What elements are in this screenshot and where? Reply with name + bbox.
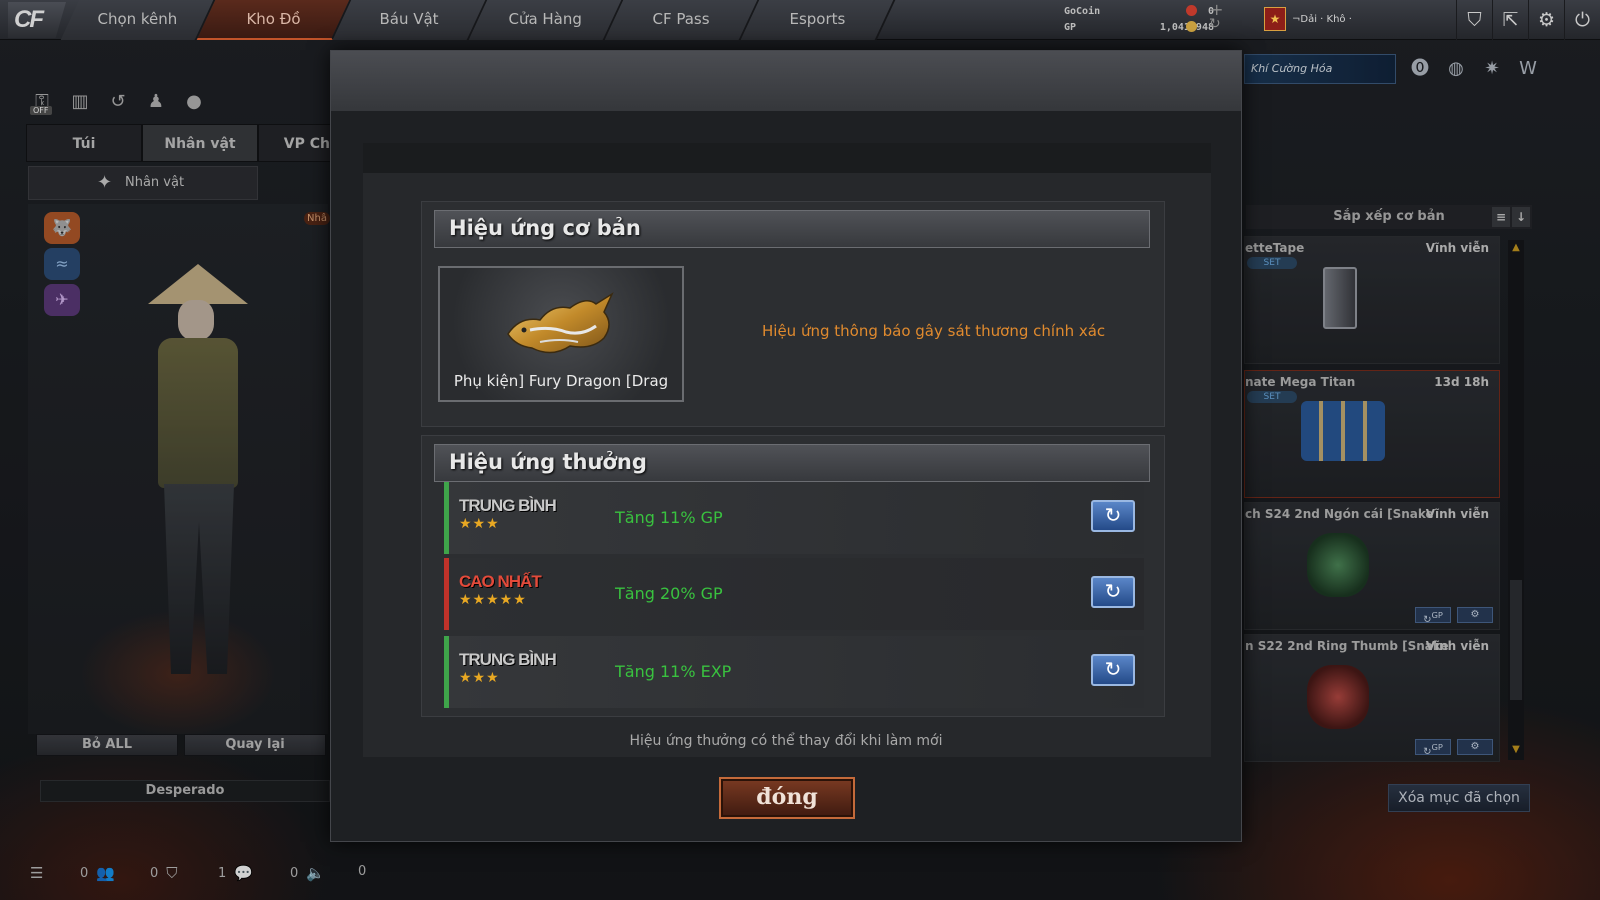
- gocoin-label: GoCoin: [1064, 6, 1101, 17]
- grade-label: CAO NHẤT: [459, 572, 542, 591]
- settings-gear-icon[interactable]: ⚙: [1528, 0, 1564, 40]
- item-label: Phụ kiện] Fury Dragon [Drag: [453, 372, 669, 390]
- main-nav: Chọn kênh Kho Đồ Báu Vật Cửa Hàng CF Pas…: [60, 0, 896, 40]
- gocoin-icon: [1186, 5, 1197, 16]
- basic-effect-title: Hiệu ứng cơ bản: [434, 210, 1150, 248]
- refresh-icon: ↻: [1104, 579, 1122, 603]
- gp-label: GP: [1064, 22, 1077, 33]
- nav-tab-channel[interactable]: Chọn kênh: [60, 0, 216, 40]
- nav-tab-treasure[interactable]: Báu Vật: [332, 0, 488, 40]
- modal-footnote: Hiệu ứng thưởng có thể thay đổi khi làm …: [629, 733, 943, 749]
- refresh-effect-button[interactable]: ↻: [1091, 576, 1135, 608]
- bonus-effect-row: CAO NHẤT ★★★★★ Tăng 20% GP ↻: [444, 558, 1144, 630]
- refresh-icon: ↻: [1104, 503, 1122, 527]
- user-name: ¬Dải · Khô ·: [1292, 13, 1352, 25]
- basic-effect-text: Hiệu ứng thông báo gây sát thương chính …: [762, 322, 1106, 340]
- rank-badge-icon: ★: [1264, 7, 1286, 31]
- user-info[interactable]: ★ ¬Dải · Khô ·: [1264, 7, 1352, 31]
- grade-stars: ★★★: [459, 670, 500, 686]
- grade-stars: ★★★★★: [459, 592, 527, 608]
- bonus-effect-text: Tăng 11% GP: [615, 508, 723, 527]
- grade-label: TRUNG BÌNH: [459, 650, 557, 669]
- bonus-effect-row: TRUNG BÌNH ★★★ Tăng 11% GP ↻: [444, 482, 1144, 554]
- top-nav-bar: CF Chọn kênh Kho Đồ Báu Vật Cửa Hàng CF …: [0, 0, 1600, 40]
- item-tile: Phụ kiện] Fury Dragon [Drag: [438, 266, 684, 402]
- nav-tab-cf-pass[interactable]: CF Pass: [604, 0, 760, 40]
- basic-effect-section: Hiệu ứng cơ bản Phụ kiện] Fury Dragon [D…: [421, 201, 1165, 427]
- clan-shield-icon[interactable]: ⛉: [1456, 0, 1492, 40]
- exit-room-icon[interactable]: ⇱: [1492, 0, 1528, 40]
- system-icons: ⛉ ⇱ ⚙ ⏻: [1456, 0, 1600, 40]
- nav-tab-esports[interactable]: Esports: [740, 0, 896, 40]
- grade-label: TRUNG BÌNH: [459, 496, 557, 515]
- bonus-effect-title: Hiệu ứng thưởng: [434, 444, 1150, 482]
- refresh-effect-button[interactable]: ↻: [1091, 654, 1135, 686]
- nav-tab-inventory[interactable]: Kho Đồ: [196, 0, 352, 40]
- close-button[interactable]: đóng: [719, 777, 855, 819]
- nav-tab-shop[interactable]: Cửa Hàng: [468, 0, 624, 40]
- bonus-effect-text: Tăng 11% EXP: [615, 662, 732, 681]
- refresh-icon: ↻: [1104, 657, 1122, 681]
- bonus-effect-row: TRUNG BÌNH ★★★ Tăng 11% EXP ↻: [444, 636, 1144, 708]
- power-icon[interactable]: ⏻: [1564, 0, 1600, 40]
- grade-stars: ★★★: [459, 516, 500, 532]
- cf-logo[interactable]: CF: [8, 2, 66, 38]
- gp-coin-icon: [1186, 21, 1197, 32]
- bonus-effect-section: Hiệu ứng thưởng TRUNG BÌNH ★★★ Tăng 11% …: [421, 435, 1165, 717]
- fury-dragon-icon: [507, 292, 614, 354]
- bonus-effect-text: Tăng 20% GP: [615, 584, 723, 603]
- modal-header: [331, 51, 1241, 111]
- effect-modal: Hiệu ứng cơ bản Phụ kiện] Fury Dragon [D…: [330, 50, 1242, 842]
- refresh-coin-icon[interactable]: ↻: [1209, 16, 1221, 32]
- refresh-effect-button[interactable]: ↻: [1091, 500, 1135, 532]
